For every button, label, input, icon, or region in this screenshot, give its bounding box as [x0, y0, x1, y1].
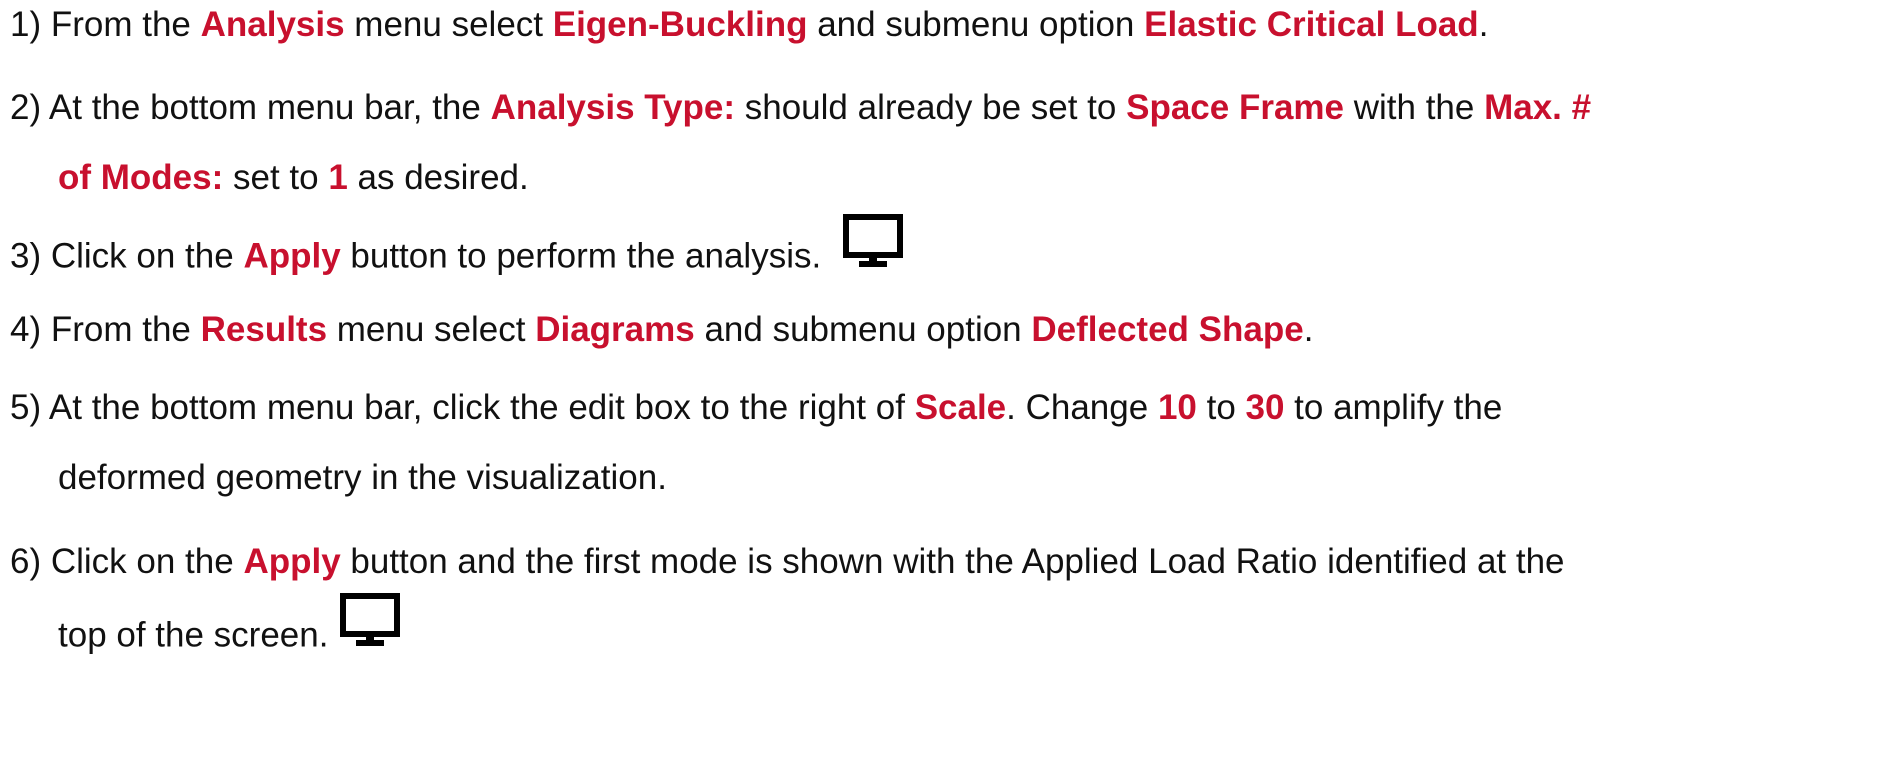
new-value: 30	[1245, 388, 1285, 427]
step-text: to	[1196, 388, 1246, 427]
submenu-option: Deflected Shape	[1031, 310, 1304, 349]
step-text: to amplify the	[1284, 388, 1503, 427]
step-text: menu select	[344, 5, 553, 44]
step-number: 6)	[10, 542, 42, 581]
button-name: Apply	[243, 542, 341, 581]
step-number: 3)	[10, 236, 42, 276]
menu-option: Eigen-Buckling	[552, 5, 808, 44]
button-name: Apply	[243, 236, 341, 276]
menu-name: Analysis	[200, 5, 345, 44]
step-text: and submenu option	[694, 310, 1032, 349]
step-text: Click on the	[41, 236, 244, 276]
step-number: 1)	[10, 5, 42, 44]
monitor-icon	[842, 214, 903, 294]
menu-option: Diagrams	[535, 310, 695, 349]
field-label: Scale	[914, 388, 1007, 427]
step-text: with the	[1344, 88, 1485, 127]
step-number: 2)	[10, 88, 42, 127]
step-continuation: deformed geometry in the visualization.	[58, 458, 667, 497]
step-text: .	[1303, 310, 1314, 349]
step-text: At the bottom menu bar, the	[41, 88, 491, 127]
old-value: 10	[1157, 388, 1197, 427]
step-text: and submenu option	[807, 5, 1145, 44]
step-text: set to	[223, 158, 329, 197]
step-text: button to perform the analysis.	[340, 236, 822, 276]
submenu-option: Elastic Critical Load	[1144, 5, 1479, 44]
field-value: 1	[328, 158, 348, 197]
step-1: 1) From the Analysis menu select Eigen-B…	[10, 0, 1488, 60]
step-text: From the	[41, 5, 201, 44]
step-5: 5) At the bottom menu bar, click the edi…	[10, 373, 1502, 513]
step-text: menu select	[327, 310, 536, 349]
step-text: .	[1478, 5, 1489, 44]
step-3: 3) Click on the Apply button to perform …	[10, 214, 903, 298]
field-value: Space Frame	[1126, 88, 1345, 127]
step-text: should already be set to	[735, 88, 1127, 127]
step-text: top of the screen.	[58, 615, 329, 655]
step-text: . Change	[1006, 388, 1158, 427]
field-label: Analysis Type:	[490, 88, 736, 127]
step-text: button and the first mode is shown with …	[340, 542, 1565, 581]
field-label: Max. #	[1484, 88, 1592, 127]
step-6: 6) Click on the Apply button and the fir…	[10, 527, 1565, 677]
step-text: Click on the	[41, 542, 244, 581]
field-label: of Modes:	[58, 158, 224, 197]
step-continuation: top of the screen.	[10, 593, 1565, 677]
menu-name: Results	[200, 310, 328, 349]
step-continuation: of Modes: set to 1 as desired.	[10, 143, 1591, 213]
step-number: 4)	[10, 310, 42, 349]
step-number: 5)	[10, 388, 42, 427]
step-text: as desired.	[347, 158, 529, 197]
step-4: 4) From the Results menu select Diagrams…	[10, 295, 1313, 365]
monitor-icon	[340, 593, 401, 673]
step-2: 2) At the bottom menu bar, the Analysis …	[10, 73, 1591, 213]
step-text: At the bottom menu bar, click the edit b…	[41, 388, 915, 427]
step-text: From the	[41, 310, 201, 349]
